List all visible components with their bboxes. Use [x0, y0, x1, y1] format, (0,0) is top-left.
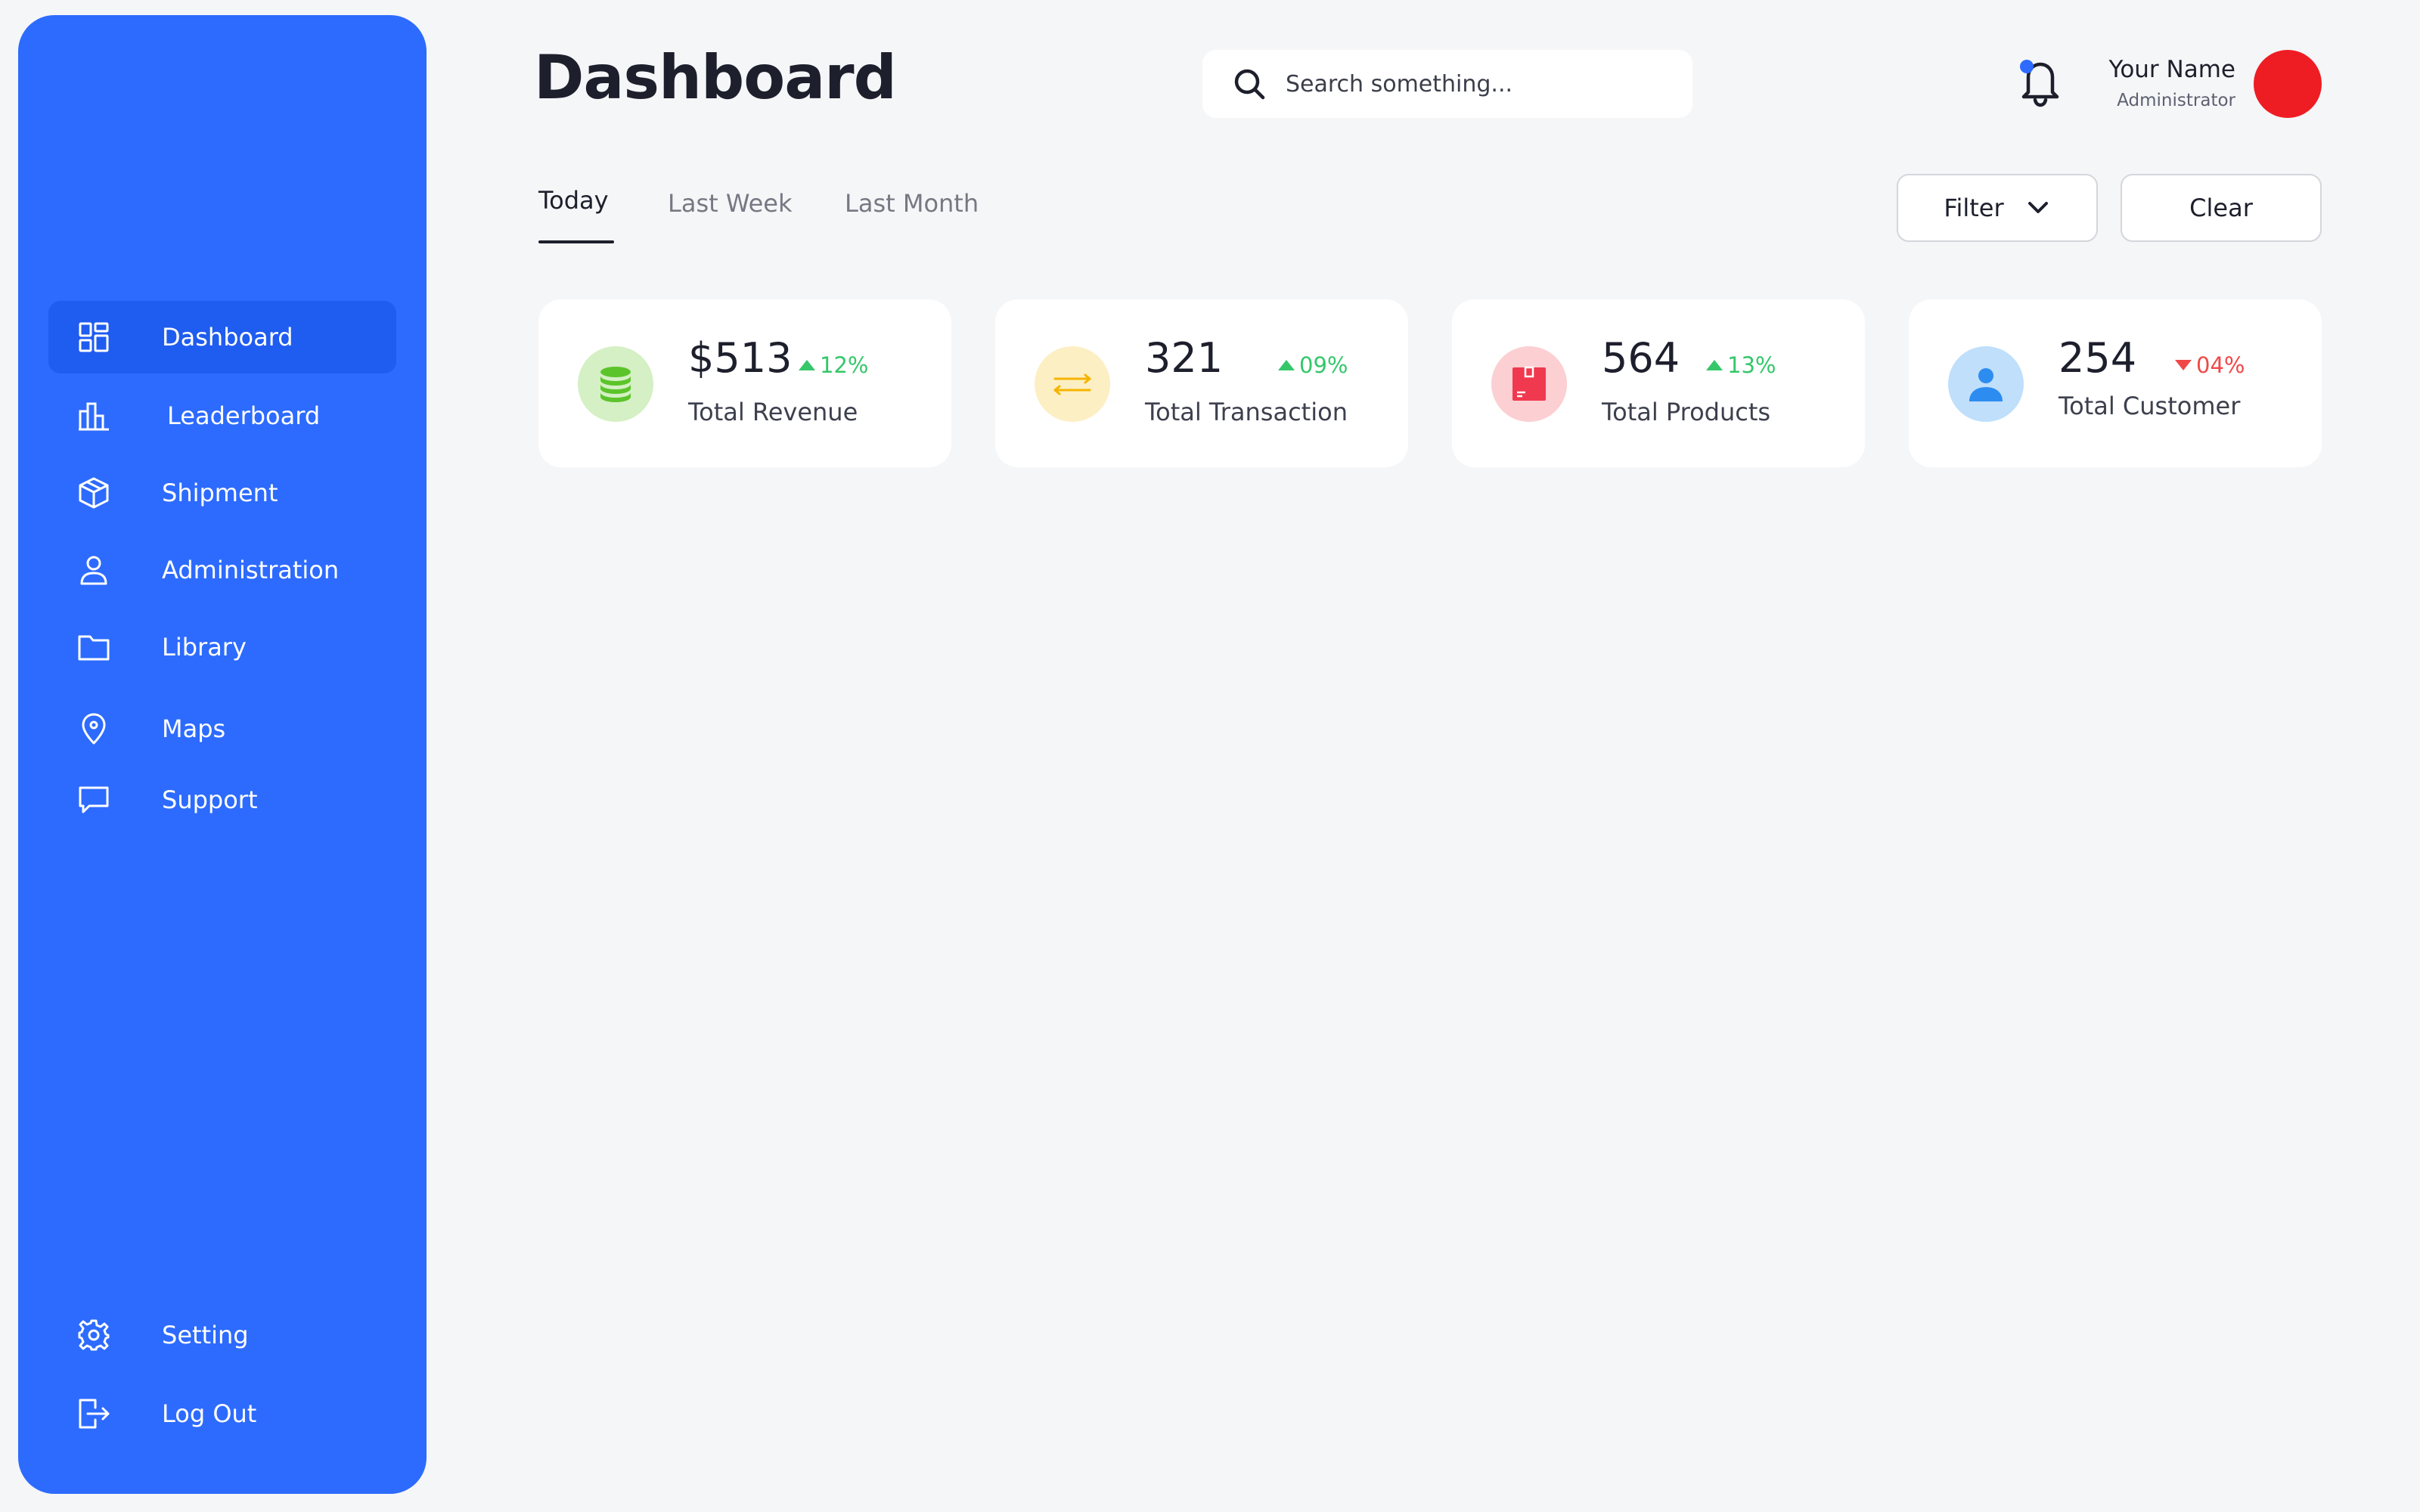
exchange-arrows-icon: [1053, 373, 1091, 395]
logout-icon: [77, 1397, 110, 1430]
stat-change: 09%: [1278, 352, 1348, 378]
product-box-icon: [1512, 366, 1546, 401]
stat-value: 321: [1145, 334, 1224, 382]
bar-chart-icon: [77, 399, 110, 432]
chevron-down-icon: [2025, 195, 2051, 221]
stat-value: 254: [2059, 334, 2137, 382]
trend-up-icon: [1278, 360, 1295, 370]
tab-today[interactable]: Today: [538, 186, 609, 215]
dashboard-grid-icon: [77, 321, 110, 354]
search-input[interactable]: [1284, 65, 1662, 103]
stat-change-value: 12%: [820, 352, 869, 378]
map-pin-icon: [77, 712, 110, 745]
stat-value: 564: [1602, 334, 1680, 382]
chat-bubble-icon: [77, 783, 110, 816]
customer-icon: [1969, 368, 2003, 401]
search-bar[interactable]: [1202, 50, 1692, 118]
stat-card-products[interactable]: 564 13% Total Products: [1452, 299, 1865, 467]
sidebar-item-label: Administration: [162, 556, 340, 584]
filter-button-label: Filter: [1944, 194, 2004, 222]
page-title: Dashboard: [534, 42, 897, 113]
stat-change-value: 13%: [1727, 352, 1776, 378]
stat-card-revenue[interactable]: $513 12% Total Revenue: [538, 299, 951, 467]
sidebar-item-logout[interactable]: Log Out: [48, 1377, 396, 1450]
gear-icon: [77, 1318, 110, 1352]
clear-button[interactable]: Clear: [2121, 174, 2322, 242]
user-name: Your Name: [2108, 56, 2236, 83]
sidebar-item-maps[interactable]: Maps: [48, 692, 396, 765]
clear-button-label: Clear: [2189, 194, 2253, 222]
avatar[interactable]: [2254, 50, 2322, 118]
revenue-badge: [578, 346, 653, 422]
sidebar-item-leaderboard[interactable]: Leaderboard: [48, 380, 396, 452]
user-role: Administrator: [2117, 91, 2235, 110]
sidebar-item-label: Library: [162, 633, 247, 662]
sidebar-item-label: Maps: [162, 714, 226, 743]
stat-value: $513: [688, 334, 793, 382]
sidebar-item-dashboard[interactable]: Dashboard: [48, 301, 396, 373]
coin-stack-icon: [600, 367, 631, 402]
sidebar-item-support[interactable]: Support: [48, 764, 396, 836]
sidebar: Dashboard Leaderboard Shipment Administr…: [18, 15, 427, 1494]
sidebar-item-shipment[interactable]: Shipment: [48, 457, 396, 529]
stat-label: Total Customer: [2059, 392, 2241, 420]
stat-card-transaction[interactable]: 321 09% Total Transaction: [995, 299, 1408, 467]
folder-icon: [77, 631, 110, 664]
trend-down-icon: [2175, 360, 2192, 370]
stat-label: Total Products: [1602, 398, 1771, 426]
sidebar-item-label: Shipment: [162, 479, 278, 507]
stat-card-customer[interactable]: 254 04% Total Customer: [1909, 299, 2322, 467]
sidebar-item-setting[interactable]: Setting: [48, 1299, 396, 1371]
tab-last-week[interactable]: Last Week: [668, 189, 793, 218]
box-icon: [77, 476, 110, 510]
sidebar-item-label: Support: [162, 785, 258, 814]
stat-label: Total Revenue: [688, 398, 858, 426]
stat-change-value: 04%: [2196, 352, 2245, 378]
search-icon: [1233, 67, 1266, 101]
trend-up-icon: [1706, 360, 1723, 370]
products-badge: [1491, 346, 1567, 422]
customer-badge: [1948, 346, 2024, 422]
sidebar-item-label: Leaderboard: [167, 401, 321, 430]
notification-dot: [2020, 60, 2034, 73]
sidebar-item-label: Setting: [162, 1321, 249, 1349]
user-icon: [77, 553, 110, 587]
stat-change: 04%: [2175, 352, 2245, 378]
transaction-badge: [1035, 346, 1110, 422]
stat-label: Total Transaction: [1145, 398, 1348, 426]
trend-up-icon: [799, 360, 815, 370]
filter-button[interactable]: Filter: [1897, 174, 2098, 242]
stat-change: 12%: [799, 352, 868, 378]
sidebar-item-administration[interactable]: Administration: [48, 534, 396, 606]
sidebar-item-label: Dashboard: [162, 323, 293, 352]
sidebar-item-label: Log Out: [162, 1399, 257, 1428]
tab-last-month[interactable]: Last Month: [845, 189, 979, 218]
sidebar-item-library[interactable]: Library: [48, 611, 396, 683]
stat-change-value: 09%: [1299, 352, 1348, 378]
active-tab-indicator: [538, 240, 614, 243]
stat-change: 13%: [1706, 352, 1776, 378]
